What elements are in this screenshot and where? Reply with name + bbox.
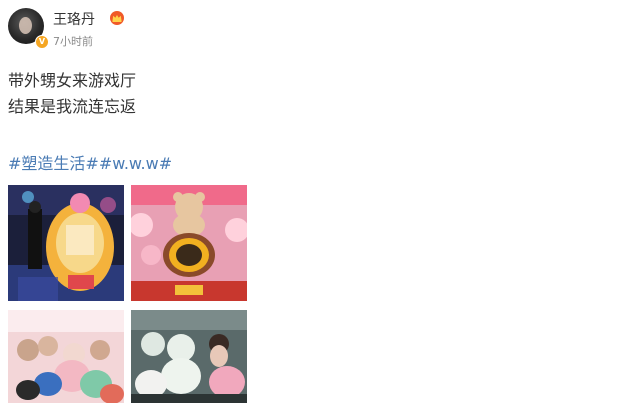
- hashtag-links[interactable]: #塑造生活##w.w.w#: [8, 150, 172, 174]
- avatar[interactable]: V: [8, 8, 49, 49]
- post-photo-3[interactable]: [8, 310, 124, 403]
- post-photo-2[interactable]: [131, 185, 247, 301]
- post-line-2: 结果是我流连忘返: [8, 97, 137, 116]
- verified-icon: V: [35, 35, 49, 49]
- post-photo-1[interactable]: [8, 185, 124, 301]
- post-body: 带外甥女来游戏厅 结果是我流连忘返: [8, 68, 136, 120]
- post-photo-4[interactable]: [131, 310, 247, 403]
- avatar-face: [19, 17, 32, 34]
- author-name[interactable]: 王珞丹: [53, 9, 95, 29]
- crown-icon[interactable]: [109, 11, 125, 25]
- post-timestamp: 7小时前: [53, 35, 93, 48]
- post-line-1: 带外甥女来游戏厅: [8, 71, 137, 90]
